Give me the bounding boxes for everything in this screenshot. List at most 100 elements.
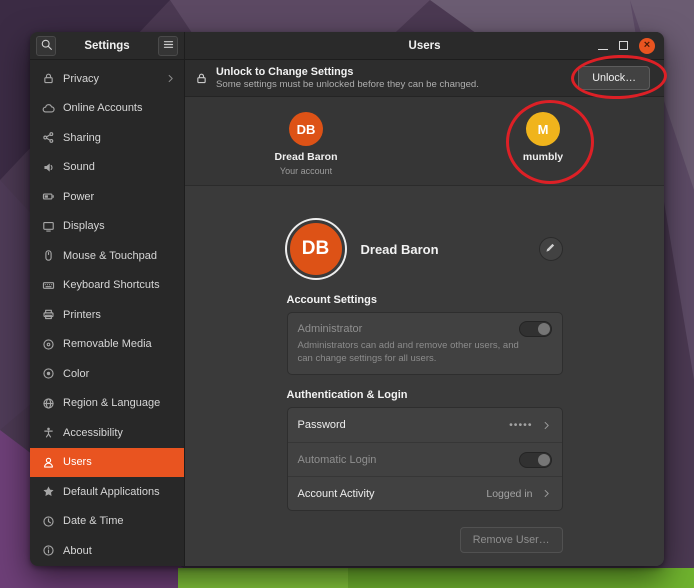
- page-title: Users: [409, 40, 441, 52]
- sidebar-item-sound[interactable]: Sound: [30, 153, 184, 183]
- sidebar-item-label: Online Accounts: [63, 102, 176, 114]
- users-panel: Unlock to Change Settings Some settings …: [185, 60, 664, 566]
- sidebar-item-label: Removable Media: [63, 338, 176, 350]
- user-name: Dread Baron: [274, 151, 337, 163]
- sidebar-item-removable-media[interactable]: Removable Media: [30, 330, 184, 360]
- unlock-bar-title: Unlock to Change Settings: [216, 65, 570, 79]
- sidebar-item-keyboard-shortcuts[interactable]: Keyboard Shortcuts: [30, 271, 184, 301]
- account-settings-heading: Account Settings: [287, 294, 563, 306]
- lock-icon: [195, 72, 208, 85]
- sidebar-item-users[interactable]: Users: [30, 448, 184, 478]
- user-carousel: DB Dread Baron Your account Mmumbly: [185, 97, 664, 186]
- unlock-bar-text: Unlock to Change Settings Some settings …: [216, 65, 570, 92]
- automatic-login-toggle[interactable]: [519, 452, 552, 468]
- hamburger-icon: [162, 38, 175, 54]
- sidebar-item-sharing[interactable]: Sharing: [30, 123, 184, 153]
- titlebar[interactable]: Settings Users ×: [30, 32, 664, 60]
- chevron-right-icon: [541, 420, 552, 431]
- sidebar-item-label: Color: [63, 368, 176, 380]
- account-panel: DB Dread Baron Account Settings Administ…: [185, 186, 664, 566]
- sidebar-item-label: Date & Time: [63, 515, 176, 527]
- sidebar-item-default-applications[interactable]: Default Applications: [30, 477, 184, 507]
- user-dread-baron[interactable]: DB Dread Baron Your account: [266, 112, 346, 176]
- auth-heading: Authentication & Login: [287, 389, 563, 401]
- administrator-box: Administrator Administrators can add and…: [287, 312, 563, 375]
- user-avatar: DB: [289, 112, 323, 146]
- remove-user-button[interactable]: Remove User…: [460, 527, 563, 553]
- sidebar: Privacy Online Accounts Sharing Sound Power D…: [30, 60, 185, 566]
- sidebar-item-power[interactable]: Power: [30, 182, 184, 212]
- sound-icon: [42, 161, 55, 174]
- clock-icon: [42, 515, 55, 528]
- displays-icon: [42, 220, 55, 233]
- search-button[interactable]: [36, 36, 56, 56]
- sidebar-item-label: Displays: [63, 220, 176, 232]
- sidebar-item-online-accounts[interactable]: Online Accounts: [30, 94, 184, 124]
- sidebar-item-label: Mouse & Touchpad: [63, 250, 176, 262]
- sidebar-item-about[interactable]: About: [30, 536, 184, 566]
- color-icon: [42, 367, 55, 380]
- row-label: Account Activity: [298, 488, 487, 500]
- password-row[interactable]: Password•••••: [288, 408, 562, 442]
- menu-button[interactable]: [158, 36, 178, 56]
- close-button[interactable]: ×: [639, 38, 655, 54]
- account-activity-row[interactable]: Account ActivityLogged in: [288, 476, 562, 510]
- automatic-login-row[interactable]: Automatic Login: [288, 442, 562, 476]
- user-mumbly[interactable]: Mmumbly: [503, 112, 583, 163]
- power-icon: [42, 190, 55, 203]
- minimize-button[interactable]: [598, 41, 608, 50]
- sidebar-item-color[interactable]: Color: [30, 359, 184, 389]
- sidebar-item-region-language[interactable]: Region & Language: [30, 389, 184, 419]
- pencil-icon: [544, 241, 557, 257]
- desktop: Settings Users × Privacy Online Accounts S…: [0, 0, 694, 588]
- edit-avatar-button[interactable]: [539, 237, 563, 261]
- sidebar-item-label: Privacy: [63, 73, 157, 85]
- administrator-toggle[interactable]: [519, 321, 552, 337]
- printer-icon: [42, 308, 55, 321]
- sidebar-item-label: Printers: [63, 309, 176, 321]
- unlock-button[interactable]: Unlock…: [578, 66, 650, 90]
- sidebar-item-printers[interactable]: Printers: [30, 300, 184, 330]
- search-icon: [40, 38, 53, 54]
- disc-icon: [42, 338, 55, 351]
- mouse-icon: [42, 249, 55, 262]
- sidebar-item-accessibility[interactable]: Accessibility: [30, 418, 184, 448]
- user-avatar: M: [526, 112, 560, 146]
- sidebar-item-mouse-touchpad[interactable]: Mouse & Touchpad: [30, 241, 184, 271]
- star-icon: [42, 485, 55, 498]
- settings-window: Settings Users × Privacy Online Accounts S…: [30, 32, 664, 566]
- profile-avatar: DB: [287, 220, 345, 278]
- user-subtitle: Your account: [280, 166, 332, 176]
- administrator-label: Administrator: [298, 323, 519, 335]
- sidebar-item-privacy[interactable]: Privacy: [30, 64, 184, 94]
- sidebar-item-label: About: [63, 545, 176, 557]
- maximize-button[interactable]: [619, 41, 628, 50]
- row-value: Logged in: [486, 488, 532, 500]
- lock-icon: [42, 72, 55, 85]
- sidebar-item-label: Sound: [63, 161, 176, 173]
- auth-list: Password•••••Automatic LoginAccount Acti…: [287, 407, 563, 511]
- unlock-bar: Unlock to Change Settings Some settings …: [185, 60, 664, 97]
- unlock-bar-subtitle: Some settings must be unlocked before th…: [216, 79, 570, 91]
- accessibility-icon: [42, 426, 55, 439]
- info-icon: [42, 544, 55, 557]
- main-titlebar: Users ×: [185, 32, 664, 60]
- sidebar-item-label: Region & Language: [63, 397, 176, 409]
- sidebar-titlebar: Settings: [30, 32, 185, 60]
- sidebar-item-label: Accessibility: [63, 427, 176, 439]
- keyboard-icon: [42, 279, 55, 292]
- sidebar-item-date-time[interactable]: Date & Time: [30, 507, 184, 537]
- globe-icon: [42, 397, 55, 410]
- share-icon: [42, 131, 55, 144]
- user-name: mumbly: [523, 151, 563, 163]
- profile-row: DB Dread Baron: [287, 220, 563, 278]
- sidebar-item-label: Users: [63, 456, 176, 468]
- sidebar-item-label: Power: [63, 191, 176, 203]
- users-icon: [42, 456, 55, 469]
- administrator-description: Administrators can add and remove other …: [298, 340, 530, 365]
- sidebar-item-displays[interactable]: Displays: [30, 212, 184, 242]
- sidebar-item-label: Default Applications: [63, 486, 176, 498]
- row-label: Password: [298, 419, 510, 431]
- chevron-right-icon: [165, 73, 176, 84]
- settings-title: Settings: [62, 40, 152, 52]
